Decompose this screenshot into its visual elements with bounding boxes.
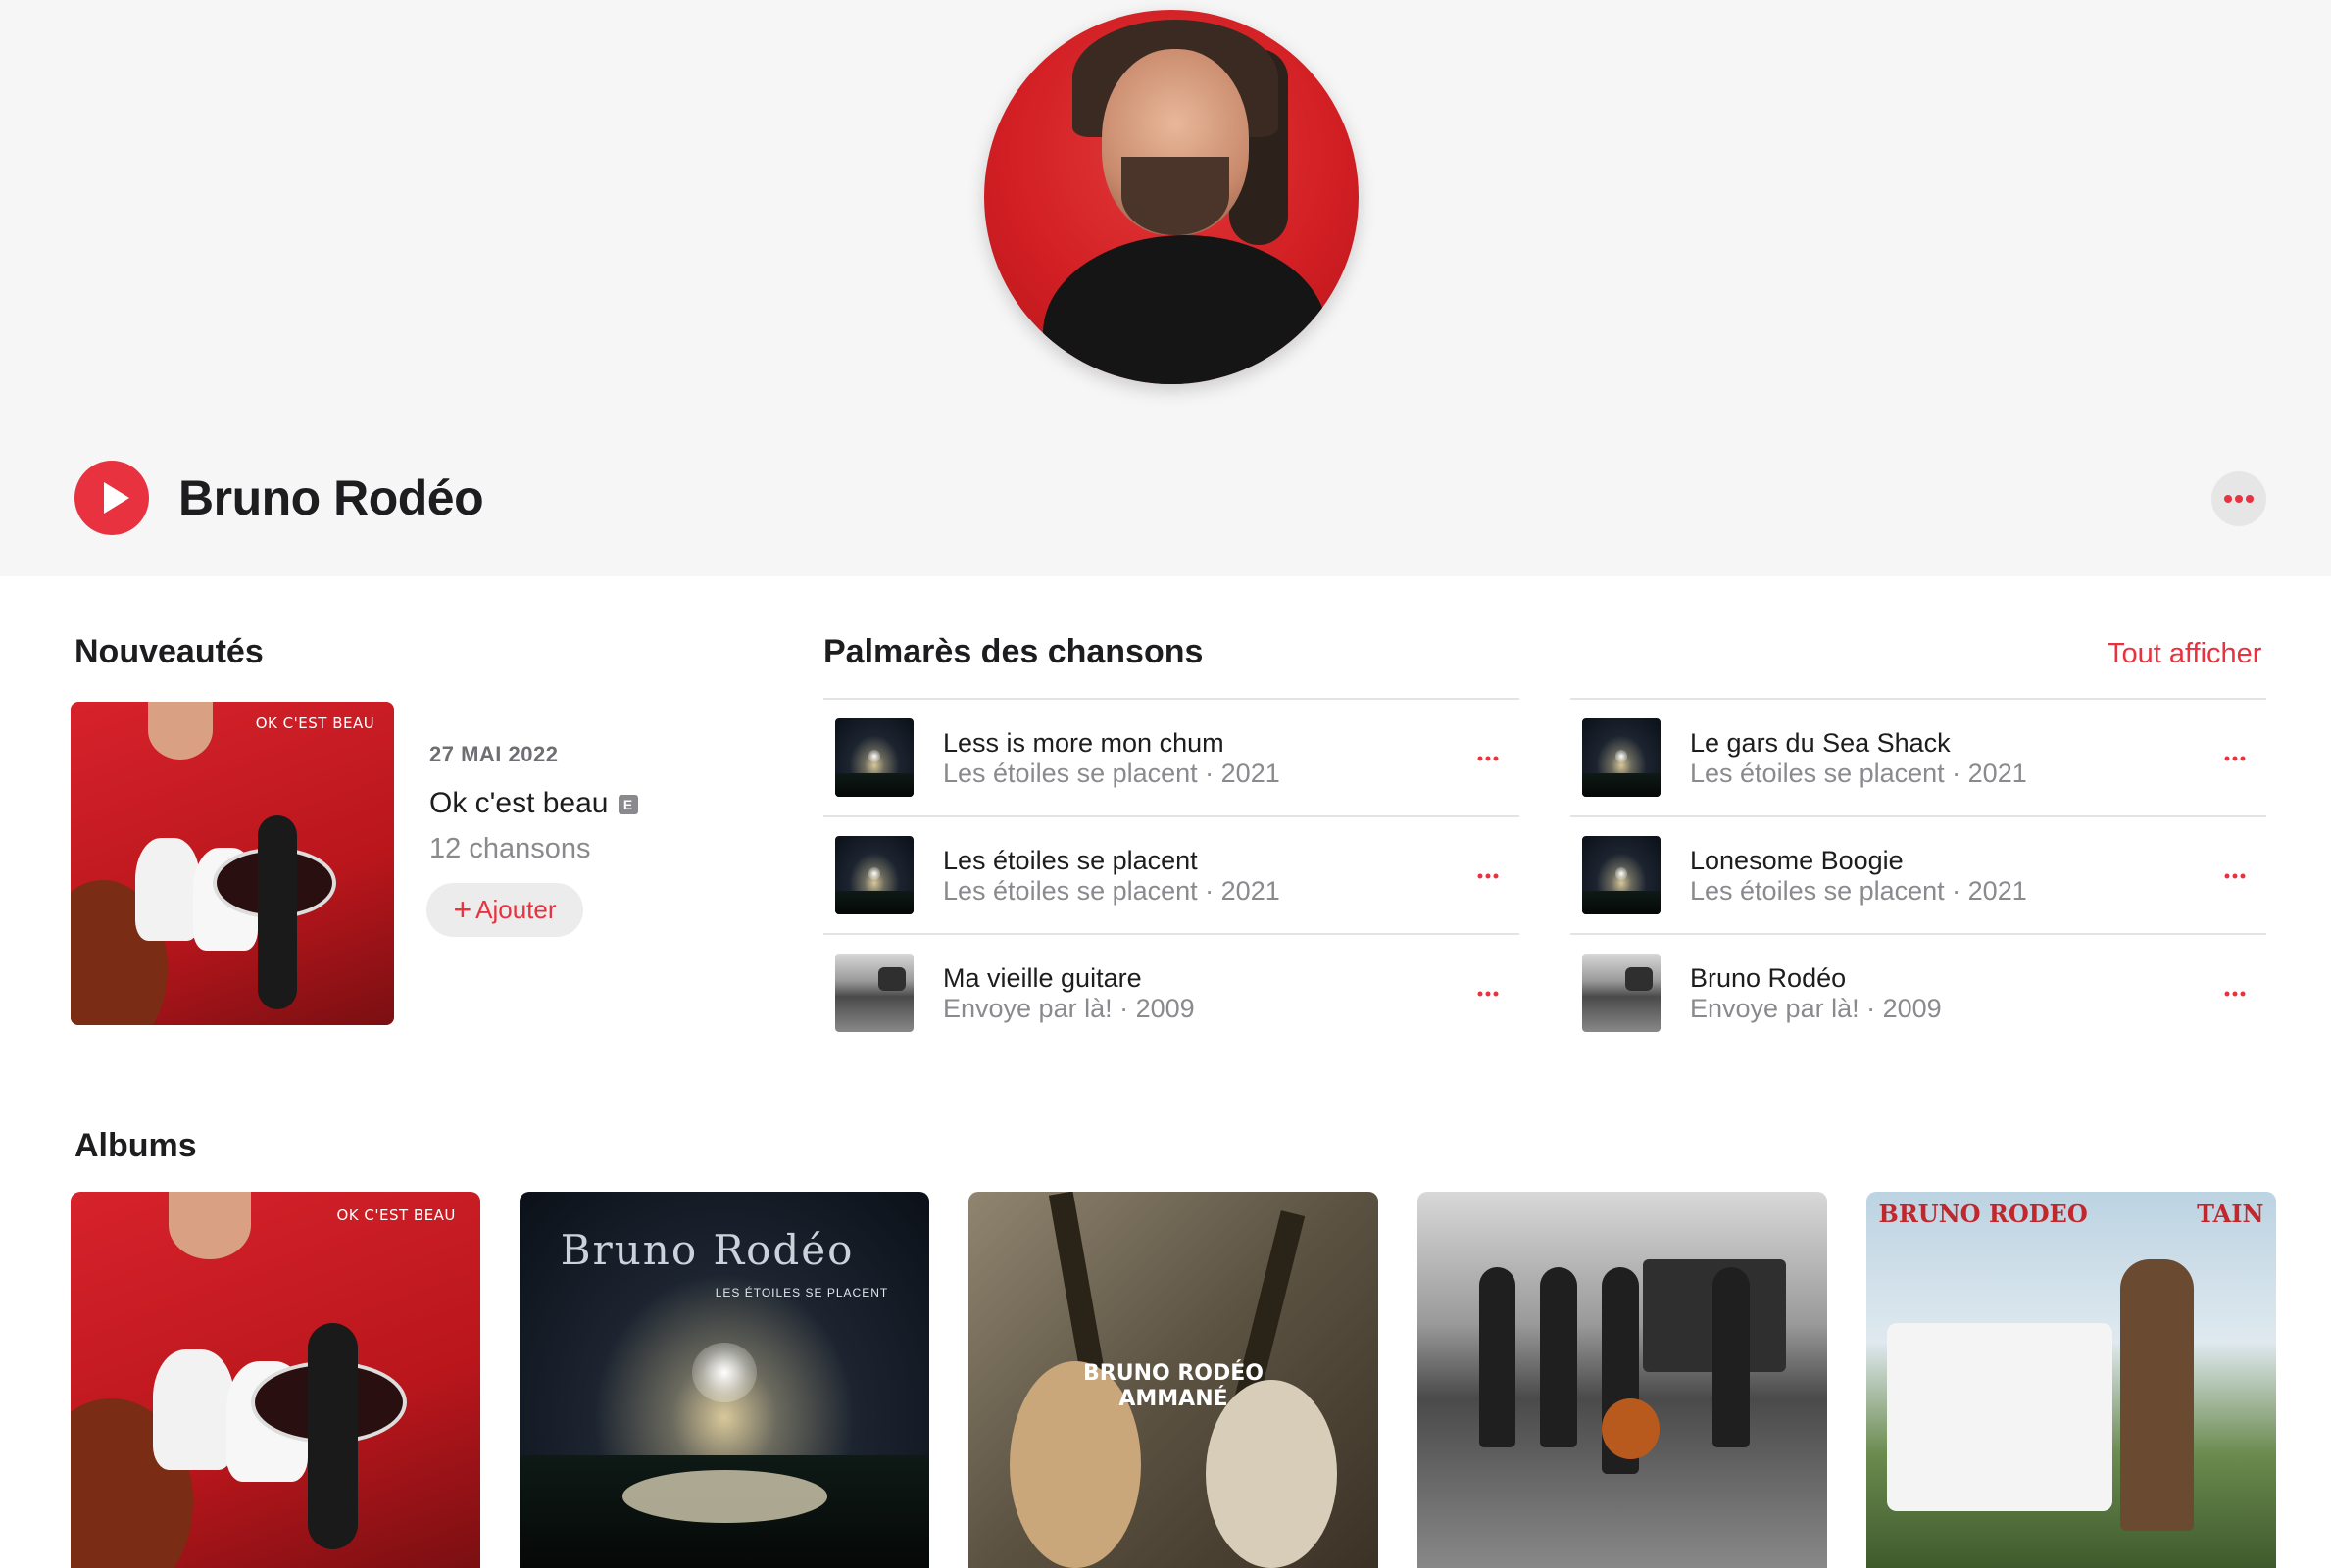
ellipsis-icon[interactable] — [1468, 857, 1508, 896]
play-button[interactable] — [74, 461, 149, 535]
release-title-text: Ok c'est beau — [429, 787, 609, 819]
artwork-text: OK C'EST BEAU — [336, 1206, 456, 1225]
release-song-count: 12 chansons — [429, 833, 591, 864]
latest-release-artwork[interactable]: OK C'EST BEAU — [71, 702, 394, 1025]
song-title: Les étoiles se placent — [943, 846, 1198, 875]
artist-name: Bruno Rodéo — [178, 470, 484, 525]
song-artwork — [1582, 954, 1661, 1032]
add-button-label: Ajouter — [475, 895, 557, 924]
song-artwork — [1582, 718, 1661, 797]
song-artwork — [835, 718, 914, 797]
artwork-text: Bruno Rodéo — [560, 1225, 855, 1274]
song-subtitle: Envoye par là! · 2009 — [1690, 994, 1942, 1023]
song-subtitle: Les étoiles se placent · 2021 — [943, 759, 1280, 788]
artwork-text-line: AMMANÉ — [1118, 1386, 1228, 1411]
artist-avatar — [984, 10, 1359, 384]
album-card[interactable]: OK C'EST BEAU — [71, 1192, 480, 1568]
song-artwork — [835, 954, 914, 1032]
add-button[interactable]: + Ajouter — [426, 883, 583, 937]
song-row[interactable]: Bruno Rodéo Envoye par là! · 2009 — [1570, 933, 2266, 1051]
song-title: Bruno Rodéo — [1690, 963, 1847, 993]
release-date: 27 MAI 2022 — [429, 742, 559, 766]
song-artwork — [1582, 836, 1661, 914]
album-card[interactable] — [1417, 1192, 1827, 1568]
song-subtitle: Les étoiles se placent · 2021 — [943, 876, 1280, 906]
release-title[interactable]: Ok c'est beau E — [429, 786, 638, 821]
ellipsis-icon[interactable] — [2215, 739, 2255, 778]
see-all-link[interactable]: Tout afficher — [2108, 635, 2261, 672]
song-title: Less is more mon chum — [943, 728, 1224, 758]
ellipsis-icon[interactable] — [2215, 974, 2255, 1013]
play-icon — [104, 482, 129, 514]
song-row[interactable]: Less is more mon chum Les étoiles se pla… — [823, 698, 1519, 815]
song-subtitle: Les étoiles se placent · 2021 — [1690, 876, 2027, 906]
artwork-subtext: LES ÉTOILES SE PLACENT — [715, 1286, 889, 1299]
song-title: Lonesome Boogie — [1690, 846, 1904, 875]
artist-header: Bruno Rodéo — [0, 0, 2331, 576]
artwork-text: BRUNO RODÉO AMMANÉ — [968, 1361, 1378, 1412]
latest-release-heading: Nouveautés — [74, 633, 264, 670]
top-songs-heading: Palmarès des chansons — [823, 633, 1204, 670]
ellipsis-icon[interactable] — [1468, 739, 1508, 778]
ellipsis-icon — [2224, 495, 2254, 503]
song-row[interactable]: Ma vieille guitare Envoye par là! · 2009 — [823, 933, 1519, 1051]
top-songs-column-2: Le gars du Sea Shack Les étoiles se plac… — [1570, 698, 2266, 1051]
ellipsis-icon[interactable] — [1468, 974, 1508, 1013]
artwork-text: BRUNO RODEO — [1878, 1199, 2088, 1228]
artwork-text-line: BRUNO RODÉO — [1083, 1360, 1264, 1386]
song-row[interactable]: Le gars du Sea Shack Les étoiles se plac… — [1570, 698, 2266, 815]
explicit-badge: E — [618, 795, 638, 814]
artwork-text: OK C'EST BEAU — [255, 714, 375, 733]
album-card[interactable]: BRUNO RODÉO AMMANÉ — [968, 1192, 1378, 1568]
song-title: Le gars du Sea Shack — [1690, 728, 1951, 758]
album-card[interactable]: BRUNO RODEO TAIN — [1866, 1192, 2276, 1568]
song-subtitle: Envoye par là! · 2009 — [943, 994, 1195, 1023]
artwork-text: TAIN — [2197, 1199, 2264, 1228]
ellipsis-icon[interactable] — [2215, 857, 2255, 896]
song-row[interactable]: Les étoiles se placent Les étoiles se pl… — [823, 815, 1519, 933]
song-title: Ma vieille guitare — [943, 963, 1142, 993]
top-songs-column-1: Less is more mon chum Les étoiles se pla… — [823, 698, 1519, 1051]
song-row[interactable]: Lonesome Boogie Les étoiles se placent ·… — [1570, 815, 2266, 933]
album-card[interactable]: Bruno Rodéo LES ÉTOILES SE PLACENT — [520, 1192, 929, 1568]
plus-icon: + — [453, 892, 472, 927]
albums-heading: Albums — [74, 1127, 197, 1164]
song-subtitle: Les étoiles se placent · 2021 — [1690, 759, 2027, 788]
song-artwork — [835, 836, 914, 914]
more-options-button[interactable] — [2211, 471, 2266, 526]
